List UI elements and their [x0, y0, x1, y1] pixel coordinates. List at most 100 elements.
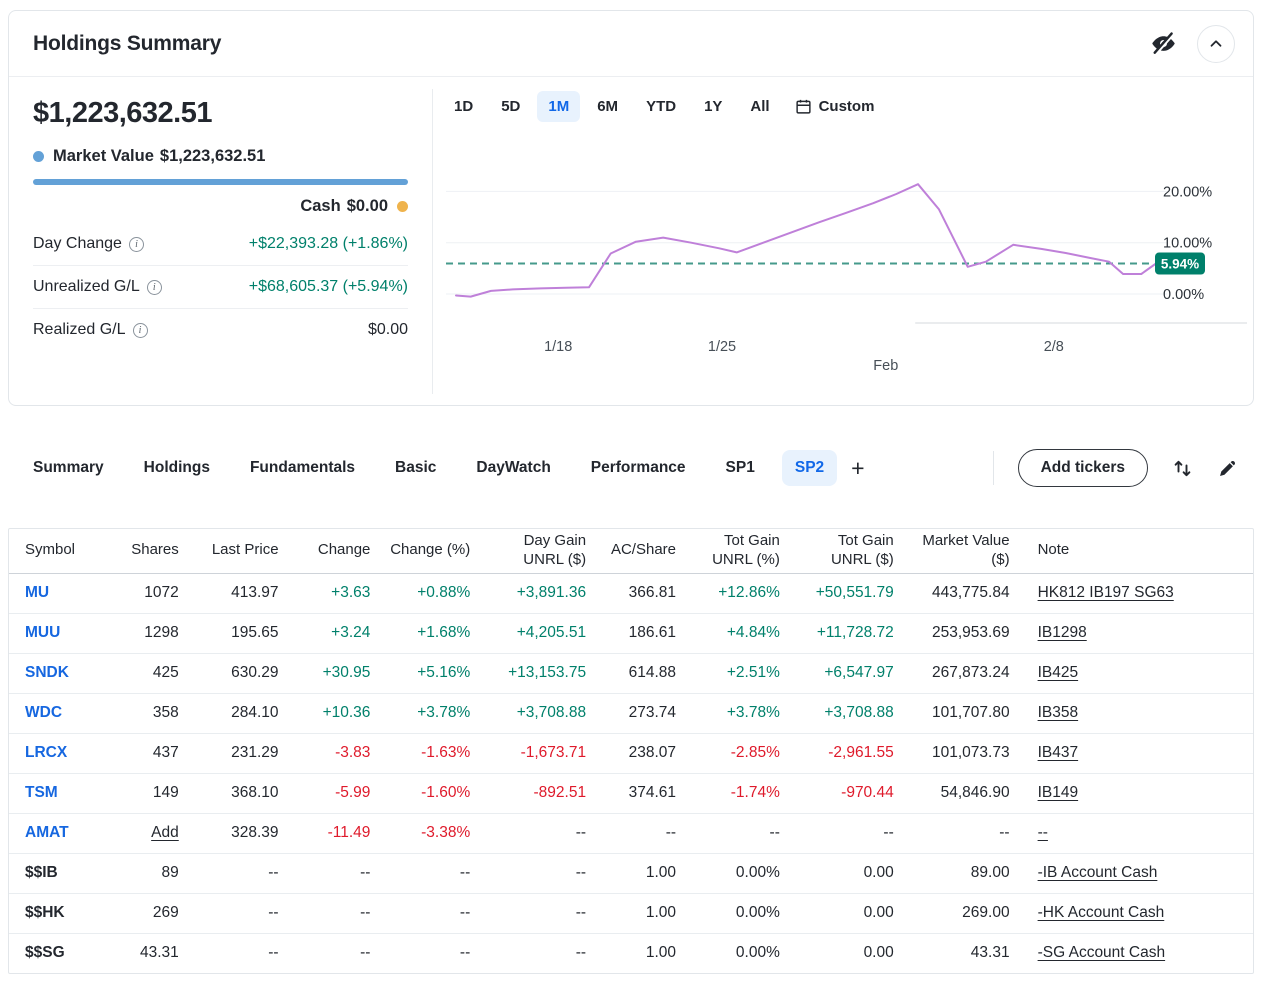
col-change[interactable]: Change — [286, 529, 379, 574]
tab-sp1[interactable]: SP1 — [713, 450, 768, 486]
col-tot_gain_unrl_pct[interactable]: Tot Gain UNRL (%) — [684, 529, 788, 574]
col-market_value[interactable]: Market Value ($) — [901, 529, 1018, 574]
col-last_price[interactable]: Last Price — [186, 529, 287, 574]
range-tab-5d[interactable]: 5D — [490, 91, 531, 122]
cell-market_value: 443,775.84 — [901, 573, 1018, 614]
col-tot_gain_unrl_usd[interactable]: Tot Gain UNRL ($) — [787, 529, 902, 574]
tab-summary[interactable]: Summary — [20, 450, 117, 486]
cell-tot_gain_unrl_pct: -- — [684, 813, 788, 854]
cell-ac_share: -- — [594, 813, 685, 854]
cell-note[interactable]: IB437 — [1017, 733, 1253, 774]
cell-tot_gain_unrl_pct: +4.84% — [684, 613, 788, 654]
cell-symbol[interactable]: TSM — [9, 773, 117, 814]
cell-symbol[interactable]: WDC — [9, 693, 117, 734]
info-icon[interactable]: i — [132, 322, 148, 338]
cell-last_price: 284.10 — [186, 693, 287, 734]
col-shares[interactable]: Shares — [116, 529, 187, 574]
add-tickers-button[interactable]: Add tickers — [1017, 449, 1148, 487]
cell-last_price: -- — [268, 944, 279, 962]
cell-note[interactable]: HK812 IB197 SG63 — [1017, 573, 1253, 614]
tab-basic[interactable]: Basic — [382, 450, 449, 486]
cell-last_price: -- — [186, 893, 287, 934]
col-note[interactable]: Note — [1017, 529, 1253, 574]
tab-sp2[interactable]: SP2 — [781, 450, 838, 486]
col-change_pct[interactable]: Change (%) — [378, 529, 479, 574]
info-icon[interactable]: i — [128, 236, 144, 252]
table-row-SNDK: SNDK 425 630.29 +30.95 +5.16% +13,153.75 614.8… — [9, 653, 1253, 694]
table-header-row: Symbol Shares Last Price Change Change (%) Da… — [9, 529, 1253, 574]
cell-note[interactable]: -IB Account Cash — [1017, 853, 1253, 894]
cell-note[interactable]: -SG Account Cash — [1018, 933, 1253, 973]
cell-change: +10.36 — [286, 693, 379, 734]
cell-shares: 1072 — [116, 573, 187, 614]
tab-holdings[interactable]: Holdings — [131, 450, 223, 486]
range-tab-1m[interactable]: 1M — [537, 91, 581, 122]
cell-tot_gain_unrl_pct: -2.85% — [684, 733, 788, 774]
eye-slash-icon[interactable] — [1150, 30, 1177, 57]
tab-performance[interactable]: Performance — [578, 450, 699, 486]
range-tab-all[interactable]: All — [739, 91, 780, 122]
cell-market_value: 89.00 — [901, 853, 1018, 894]
cell-ac_share: 273.74 — [594, 693, 685, 734]
cell-symbol[interactable]: AMAT — [9, 813, 117, 854]
cell-ac_share: 614.88 — [594, 653, 685, 694]
cell-note[interactable]: -HK Account Cash — [1017, 893, 1253, 934]
cell-symbol[interactable]: LRCX — [9, 733, 117, 774]
cell-day_gain_unrl: -- — [575, 944, 587, 962]
table-row-ssHK: $$HK 269 -- -- -- -- 1.00 0.00% 0.00 269.00 -HK Ac… — [9, 893, 1253, 934]
cell-tot_gain_unrl_usd: 0.00 — [863, 944, 894, 962]
svg-text:1/18: 1/18 — [544, 339, 572, 355]
cell-note[interactable]: IB149 — [1017, 773, 1253, 814]
tab-fundamentals[interactable]: Fundamentals — [237, 450, 368, 486]
range-tab-6m[interactable]: 6M — [586, 91, 629, 122]
cash-dot-icon — [397, 201, 408, 212]
range-tab-ytd[interactable]: YTD — [635, 91, 687, 122]
header-actions — [1150, 24, 1235, 63]
cell-symbol: $$IB — [9, 853, 117, 894]
col-symbol[interactable]: Symbol — [9, 529, 117, 574]
cell-note[interactable]: IB1298 — [1017, 613, 1253, 654]
cash-amount: $0.00 — [346, 197, 388, 215]
info-icon[interactable]: i — [146, 279, 162, 295]
cell-symbol[interactable]: MUU — [9, 613, 117, 654]
cell-change_pct: -- — [378, 893, 479, 934]
col-day_gain_unrl[interactable]: Day Gain UNRL ($) — [478, 529, 595, 574]
add-tab-icon[interactable]: + — [843, 453, 872, 484]
cell-last_price: 368.10 — [186, 773, 287, 814]
cell-symbol: $$SG — [25, 944, 65, 962]
cell-change: -5.99 — [286, 773, 379, 814]
cell-last_price: 413.97 — [186, 573, 287, 614]
cell-market_value: 101,073.73 — [901, 733, 1018, 774]
cell-change: -11.49 — [286, 813, 379, 854]
range-tabs: 1D 5D 1M 6M YTD 1Y All Custom — [441, 91, 1253, 122]
cell-change_pct: +3.78% — [378, 693, 479, 734]
col-ac_share[interactable]: AC/Share — [594, 529, 685, 574]
tab-daywatch[interactable]: DayWatch — [463, 450, 563, 486]
cell-shares: 43.31 — [139, 944, 179, 962]
cell-note[interactable]: IB358 — [1017, 693, 1253, 734]
cell-tot_gain_unrl_pct: 0.00% — [684, 893, 788, 934]
range-tab-1y[interactable]: 1Y — [693, 91, 733, 122]
cell-tot_gain_unrl_pct: +2.51% — [684, 653, 788, 694]
cell-note[interactable]: -- — [1017, 813, 1253, 854]
cell-tot_gain_unrl_usd: 0.00 — [787, 853, 902, 894]
cell-tot_gain_unrl_usd: +11,728.72 — [787, 613, 902, 654]
cell-tot_gain_unrl_usd: -970.44 — [787, 773, 902, 814]
cell-symbol[interactable]: MU — [9, 573, 117, 614]
table-row-AMAT: AMAT Add 328.39 -11.49 -3.38% -- -- -- -- -- -- — [9, 813, 1253, 854]
cell-symbol[interactable]: SNDK — [9, 653, 117, 694]
sort-icon[interactable] — [1172, 458, 1193, 479]
collapse-button[interactable] — [1197, 24, 1235, 63]
cell-tot_gain_unrl_pct: 0.00% — [735, 944, 780, 962]
stat-value: +$68,605.37 (+5.94%) — [248, 278, 408, 295]
cell-change_pct: +5.16% — [378, 653, 479, 694]
performance-chart[interactable]: 20.00% 10.00% 0.00% 1/18 1/25 2/8 Feb 5.94% — [441, 151, 1253, 391]
range-tab-1d[interactable]: 1D — [443, 91, 484, 122]
cell-note[interactable]: IB425 — [1017, 653, 1253, 694]
edit-pencil-icon[interactable] — [1217, 458, 1238, 479]
summary-stats: Day Change i +$22,393.28 (+1.86%) Unrealize… — [33, 223, 408, 351]
cell-change_pct: -3.38% — [378, 813, 479, 854]
range-custom-button[interactable]: Custom — [787, 91, 883, 122]
cell-tot_gain_unrl_usd: +6,547.97 — [787, 653, 902, 694]
cell-shares[interactable]: Add — [116, 813, 187, 854]
